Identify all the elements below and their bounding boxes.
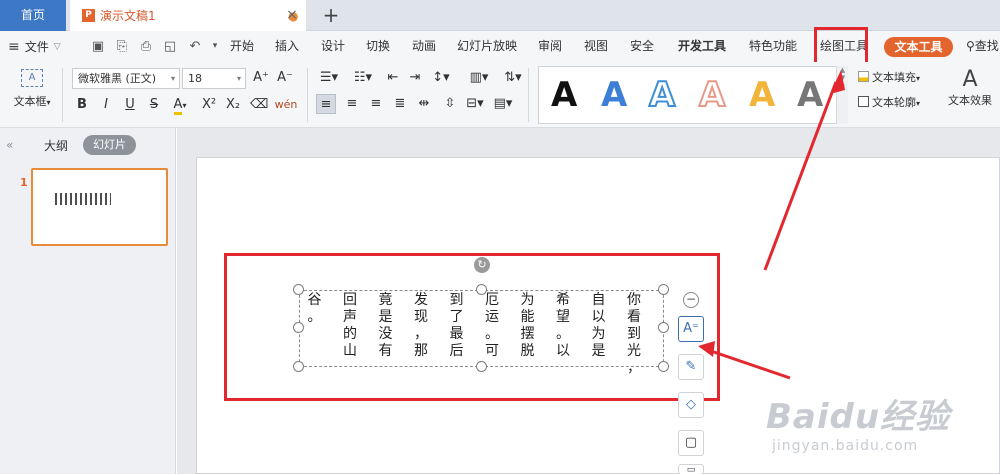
watermark-url: jingyan.baidu.com — [772, 438, 919, 454]
watermark-brand: Baidu经验 — [766, 397, 951, 437]
baidu-watermark: Baidu经验 jingyan.baidu.com — [766, 389, 996, 459]
